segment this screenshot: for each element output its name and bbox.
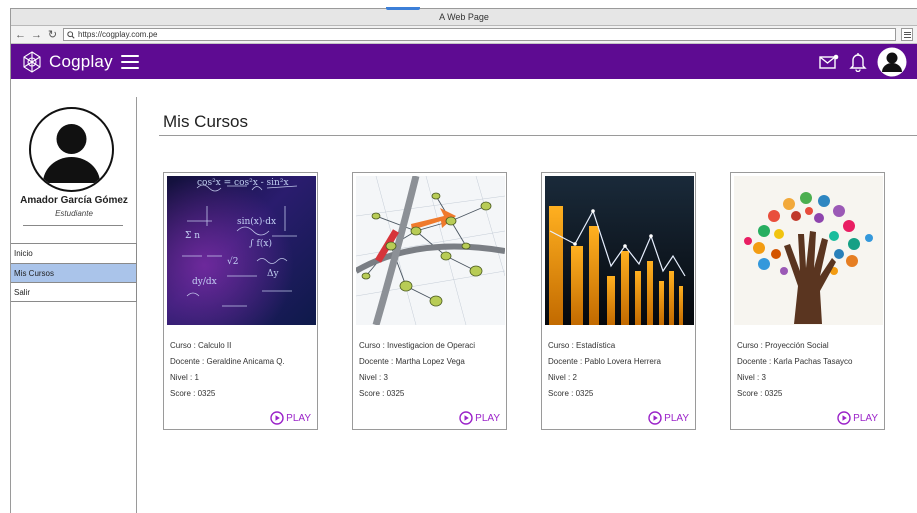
svg-text:cos²x = cos²x - sin²x: cos²x = cos²x - sin²x xyxy=(197,178,289,188)
page-title: Mis Cursos xyxy=(163,112,249,131)
course-teacher: Docente : Pablo Lovera Herrera xyxy=(548,357,661,366)
course-level: Nivel : 2 xyxy=(548,373,577,382)
course-image-calculus: cos²x = cos²x - sin²x sin(x)·dx ∫ f(x) Σ… xyxy=(167,176,316,325)
sidebar-nav: Inicio Mis Cursos Salir xyxy=(11,243,137,302)
reload-icon[interactable]: ↻ xyxy=(47,28,58,42)
url-text: https://cogplay.com.pe xyxy=(78,30,158,39)
course-score: Score : 0325 xyxy=(548,389,594,398)
play-circle-icon xyxy=(648,411,662,425)
app-header: Cogplay xyxy=(11,44,917,79)
play-button[interactable]: PLAY xyxy=(459,411,500,425)
svg-text:dy/dx: dy/dx xyxy=(192,277,217,287)
play-label: PLAY xyxy=(286,412,311,424)
mail-notification-icon[interactable] xyxy=(819,54,839,70)
play-label: PLAY xyxy=(475,412,500,424)
course-info: Curso : Proyección Social Docente : Karl… xyxy=(737,338,880,402)
course-info: Curso : Estadística Docente : Pablo Love… xyxy=(548,338,691,402)
sidebar-item-mis-cursos[interactable]: Mis Cursos xyxy=(11,263,136,282)
course-level: Nivel : 3 xyxy=(359,373,388,382)
play-circle-icon xyxy=(270,411,284,425)
main-content: Mis Cursos cos²x = cos²x - sin²x sin(x)·… xyxy=(137,97,917,513)
course-level: Nivel : 1 xyxy=(170,373,199,382)
play-button[interactable]: PLAY xyxy=(837,411,878,425)
user-avatar-icon[interactable] xyxy=(877,47,907,77)
play-circle-icon xyxy=(837,411,851,425)
play-button[interactable]: PLAY xyxy=(648,411,689,425)
course-teacher: Docente : Geraldine Anicama Q. xyxy=(170,357,285,366)
sidebar-item-salir[interactable]: Salir xyxy=(11,282,136,301)
svg-text:∫ f(x): ∫ f(x) xyxy=(249,238,272,249)
back-arrow-icon[interactable]: ← xyxy=(15,28,26,42)
sidebar: Amador García Gómez Estudiante Inicio Mi… xyxy=(11,97,137,513)
svg-text:sin(x)·dx: sin(x)·dx xyxy=(237,216,276,227)
course-score: Score : 0325 xyxy=(737,389,783,398)
cogplay-logo-icon xyxy=(23,50,41,73)
svg-text:Δy: Δy xyxy=(267,269,279,279)
play-label: PLAY xyxy=(664,412,689,424)
course-info: Curso : Investigacion de Operaci Docente… xyxy=(359,338,502,402)
course-name: Curso : Calculo II xyxy=(170,341,232,350)
course-level: Nivel : 3 xyxy=(737,373,766,382)
window-titlebar: A Web Page xyxy=(11,7,917,26)
browser-menu-icon[interactable] xyxy=(901,28,913,41)
course-card[interactable]: Curso : Estadística Docente : Pablo Love… xyxy=(541,172,696,430)
course-card[interactable]: Curso : Proyección Social Docente : Karl… xyxy=(730,172,885,430)
course-info: Curso : Calculo II Docente : Geraldine A… xyxy=(170,338,313,402)
course-name: Curso : Proyección Social xyxy=(737,341,829,350)
course-image-social-project xyxy=(734,176,883,325)
course-score: Score : 0325 xyxy=(359,389,405,398)
titlebar-accent xyxy=(386,7,420,10)
profile-name: Amador García Gómez xyxy=(20,195,128,206)
profile-divider xyxy=(23,225,123,226)
course-teacher: Docente : Martha Lopez Vega xyxy=(359,357,465,366)
window-title: A Web Page xyxy=(439,12,489,22)
browser-window: A Web Page ← → ↻ https://cogplay.com.pe … xyxy=(10,7,917,513)
sidebar-item-inicio[interactable]: Inicio xyxy=(11,244,136,263)
title-divider xyxy=(159,135,917,136)
hamburger-menu-icon[interactable] xyxy=(120,54,139,70)
play-label: PLAY xyxy=(853,412,878,424)
address-bar: ← → ↻ https://cogplay.com.pe xyxy=(11,26,917,44)
course-card[interactable]: cos²x = cos²x - sin²x sin(x)·dx ∫ f(x) Σ… xyxy=(163,172,318,430)
course-name: Curso : Investigacion de Operaci xyxy=(359,341,476,350)
brand[interactable]: Cogplay xyxy=(20,50,113,74)
brand-name: Cogplay xyxy=(49,51,113,71)
profile-role: Estudiante xyxy=(55,209,93,218)
course-name: Curso : Estadística xyxy=(548,341,616,350)
play-button[interactable]: PLAY xyxy=(270,411,311,425)
course-teacher: Docente : Karla Pachas Tasayco xyxy=(737,357,853,366)
svg-text:Σ n: Σ n xyxy=(185,231,200,241)
search-icon xyxy=(67,30,75,39)
svg-text:√2: √2 xyxy=(227,256,238,267)
course-card[interactable]: Curso : Investigacion de Operaci Docente… xyxy=(352,172,507,430)
course-image-statistics xyxy=(545,176,694,325)
bell-icon[interactable] xyxy=(849,52,867,72)
profile-avatar xyxy=(29,107,114,192)
course-score: Score : 0325 xyxy=(170,389,216,398)
course-image-operations-research xyxy=(356,176,505,325)
forward-arrow-icon[interactable]: → xyxy=(31,28,42,42)
play-circle-icon xyxy=(459,411,473,425)
url-input[interactable]: https://cogplay.com.pe xyxy=(63,28,896,41)
